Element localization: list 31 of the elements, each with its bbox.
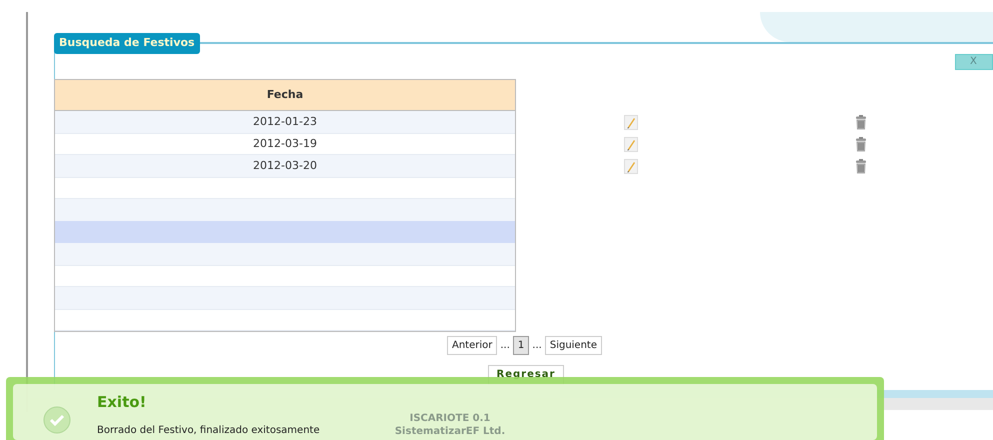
table-row[interactable] [55,177,515,199]
table-row[interactable] [55,199,515,221]
panel-title: Busqueda de Festivos [54,33,200,54]
table-row[interactable]: 2012-01-23 [55,111,515,133]
column-header[interactable]: Fecha [55,80,515,111]
table-row[interactable] [55,265,515,287]
edit-icon[interactable] [624,136,638,152]
table-cell-text: 2012-01-23 [253,114,317,130]
table-row[interactable] [55,243,515,265]
footer-text: SistematizarEF Ltd. [394,425,506,438]
notification-message: Borrado del Festivo, finalizado exitosamente [97,424,320,438]
trash-icon[interactable] [855,136,867,152]
ellipsis-text: ... [532,339,542,353]
table-row[interactable] [55,287,515,309]
table-row[interactable]: 2012-03-20 [55,155,515,177]
table-row[interactable]: 2012-03-19 [55,133,515,155]
table-cell-text: 2012-03-20 [253,158,317,174]
trash-icon[interactable] [855,158,867,174]
table-cell-text: 2012-03-19 [253,136,317,152]
edit-icon[interactable] [624,114,638,130]
table-row[interactable] [55,309,515,331]
edit-icon[interactable] [624,158,638,174]
previous-button[interactable]: Anterior [447,336,498,355]
check-icon [43,406,71,434]
trash-icon[interactable] [855,114,867,130]
page-button[interactable]: 1 [512,336,530,355]
notification-title: Exito! [97,392,148,413]
ellipsis-text: ... [500,339,510,353]
footer-text: ISCARIOTE 0.1 [410,412,490,425]
next-button[interactable]: Siguiente [544,336,602,355]
table-row[interactable] [55,221,515,243]
